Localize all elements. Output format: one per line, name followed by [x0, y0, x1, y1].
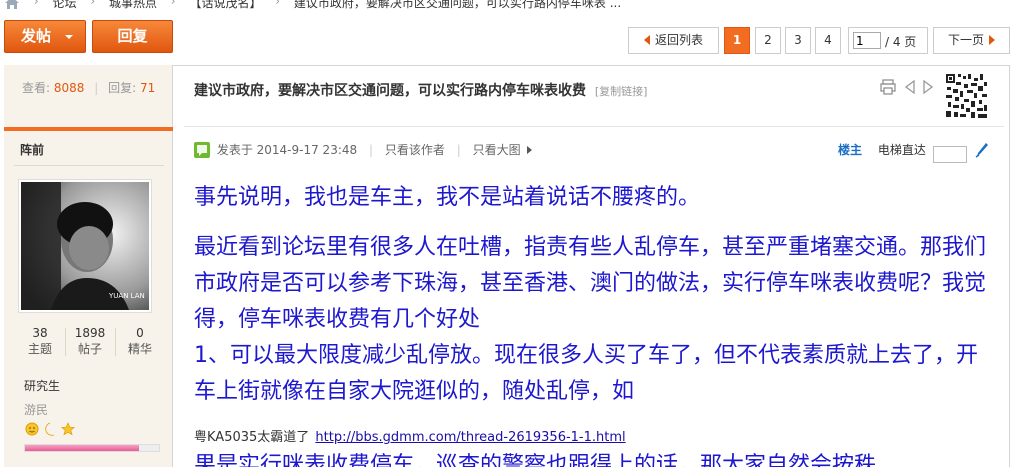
copy-link[interactable]: [复制链接]	[595, 85, 648, 98]
arrow-left-icon	[643, 35, 650, 45]
stat-value: 38	[32, 326, 48, 340]
replies-value: 71	[140, 81, 156, 95]
post-paragraph: 最近看到论坛里有很多人在吐槽，指责有些人乱停车，甚至严重堵塞交通。那我们市政府是…	[194, 235, 987, 332]
new-post-label: 发帖	[21, 27, 52, 45]
page-1-button[interactable]: 1	[724, 27, 750, 54]
breadcrumb: › 论坛 › 城事热点 › 【话说茂名】 › 建议市政府，要解决市区交通问题，可…	[0, 0, 1013, 12]
stat-label: 精华	[127, 342, 152, 356]
breadcrumb-thread: 建议市政府，要解决市区交通问题，可以实行路内停车咪表 ...	[293, 0, 622, 10]
breadcrumb-forum[interactable]: 论坛	[52, 0, 76, 10]
breadcrumb-separator: ›	[275, 0, 281, 8]
page-total: / 4 页	[885, 35, 917, 49]
new-post-button[interactable]: 发帖	[4, 20, 86, 53]
stat-divider: |	[94, 81, 99, 95]
thread-tools	[880, 78, 940, 96]
post-paragraph: 1、可以最大限度减少乱停放。现在很多人买了车了，但不代表素质就上去了，开车上街就…	[194, 343, 978, 404]
back-to-list-label: 返回列表	[654, 33, 703, 47]
post-meta: 发表于 2014-9-17 23:48 | 只看该作者 | 只看大图	[194, 141, 532, 158]
thread-title-text: 建议市政府，要解决市区交通问题，可以实行路内停车咪表收费	[194, 83, 586, 99]
page-jump-input[interactable]	[853, 32, 881, 49]
post-body: 事先说明，我也是车主，我不是站着说话不腰疼的。 最近看到论坛里有很多人在吐槽，指…	[194, 180, 994, 410]
stat-topics[interactable]: 38 主题	[16, 325, 64, 357]
avatar-caption: YUAN LAN	[108, 292, 145, 300]
stat-digest[interactable]: 0 精华	[116, 325, 164, 357]
author-name[interactable]: 阵前	[20, 141, 44, 158]
back-to-list-button[interactable]: 返回列表	[628, 27, 719, 54]
author-sidebar: 查看: 8088 | 回复: 71 阵前 YUAN LAN 38 主题 1898…	[4, 65, 173, 467]
reply-button[interactable]: 回复	[92, 20, 173, 53]
chevron-down-icon	[65, 35, 73, 39]
floor-jump-label: 电梯直达	[877, 143, 926, 157]
breadcrumb-section[interactable]: 城事热点	[109, 0, 157, 10]
page-jump: / 4 页	[848, 27, 928, 54]
level-progress-bar	[24, 444, 160, 452]
replies-label: 回复:	[108, 81, 137, 95]
author-stats: 38 主题 1898 帖子 0 精华	[16, 325, 164, 361]
level-progress-fill	[25, 445, 139, 451]
caret-right-icon	[526, 146, 532, 154]
views-label: 查看:	[22, 81, 51, 95]
sidebar-accent-rule	[4, 127, 173, 131]
meta-divider: |	[368, 143, 374, 157]
meta-divider: |	[456, 143, 461, 157]
qr-code-icon[interactable]	[944, 72, 989, 120]
moon-icon	[45, 422, 55, 436]
page-2-button[interactable]: 2	[755, 27, 781, 54]
floor-jump-input[interactable]	[932, 146, 967, 163]
embedded-link-line: 粤KA5035太霸道了 http://bbs.gdmm.com/thread-2…	[194, 426, 626, 445]
breadcrumb-separator: ›	[90, 0, 96, 8]
level-icons	[24, 421, 80, 437]
post-paragraph: 果是实行咪表收费停车，巡查的警察也跟得上的话，那大家自然会按秩	[194, 453, 877, 467]
sun-icon	[25, 422, 39, 436]
next-thread-icon[interactable]	[923, 79, 934, 95]
stat-value: 0	[136, 326, 144, 340]
home-icon[interactable]	[4, 0, 20, 10]
stat-label: 主题	[27, 342, 52, 356]
embedded-thread-link[interactable]: http://bbs.gdmm.com/thread-2619356-1-1.h…	[315, 430, 625, 445]
thread-stats: 查看: 8088 | 回复: 71	[22, 79, 155, 96]
star-icon	[60, 422, 76, 436]
only-author-link[interactable]: 只看该作者	[385, 143, 445, 157]
floor-label: 楼主	[838, 143, 863, 157]
post-paragraph: 事先说明，我也是车主，我不是站着说话不腰疼的。	[194, 185, 701, 210]
user-rank: 研究生	[24, 379, 61, 393]
next-page-button[interactable]: 下一页	[933, 27, 1010, 54]
avatar-photo: YUAN LAN	[21, 182, 149, 310]
page-4-button[interactable]: 4	[815, 27, 841, 54]
stat-posts[interactable]: 1898 帖子	[66, 325, 114, 357]
divider	[184, 126, 1004, 127]
page-3-button[interactable]: 3	[785, 27, 811, 54]
views-value: 8088	[53, 81, 85, 95]
online-status-icon	[194, 142, 210, 158]
print-icon[interactable]	[880, 79, 896, 95]
floor-jump-go-icon[interactable]	[975, 142, 989, 158]
stat-label: 帖子	[77, 342, 102, 356]
stat-value: 1898	[74, 326, 106, 340]
divider	[14, 165, 164, 166]
breadcrumb-separator: ›	[170, 0, 176, 8]
next-page-label: 下一页	[947, 33, 984, 47]
avatar[interactable]: YUAN LAN	[18, 179, 152, 313]
embedded-link-prefix: 粤KA5035太霸道了	[194, 430, 310, 445]
posted-time: 发表于 2014-9-17 23:48	[216, 143, 358, 157]
floor-navigation: 楼主 电梯直达	[838, 141, 989, 163]
user-group[interactable]: 游民	[24, 401, 48, 418]
arrow-right-icon	[989, 35, 995, 45]
previous-thread-icon[interactable]	[904, 79, 915, 95]
breadcrumb-board[interactable]: 【话说茂名】	[189, 0, 261, 10]
big-image-link[interactable]: 只看大图	[473, 143, 521, 157]
breadcrumb-separator: ›	[33, 0, 39, 8]
thread-title: 建议市政府，要解决市区交通问题，可以实行路内停车咪表收费 [复制链接]	[194, 80, 647, 100]
